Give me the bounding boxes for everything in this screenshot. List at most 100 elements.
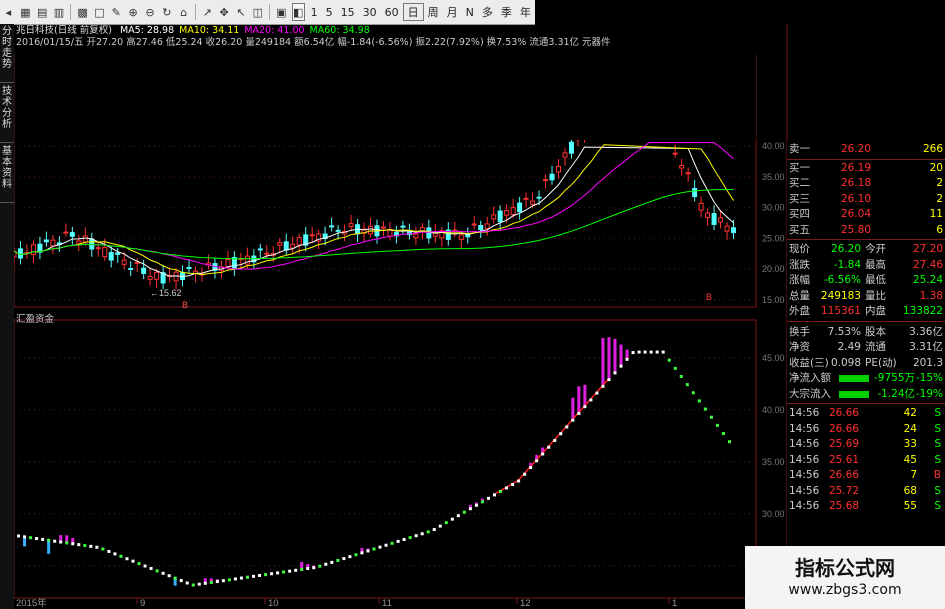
tick-side: B bbox=[933, 469, 941, 481]
indicator-point bbox=[215, 580, 219, 584]
indicator-point bbox=[456, 514, 460, 518]
indicator-point bbox=[468, 507, 472, 511]
period-button-6[interactable]: 周 bbox=[424, 4, 443, 20]
f10-icon[interactable]: ▣ bbox=[275, 3, 288, 21]
layout-icon[interactable]: ▤ bbox=[36, 3, 49, 21]
fundamental-row-2: 收益(三) 0.098 PE(动) 201.3 bbox=[787, 356, 945, 371]
period-button-5[interactable]: 日 bbox=[402, 3, 424, 21]
bid-row-3: 买三 26.10 2 bbox=[787, 192, 945, 207]
candle-body bbox=[718, 217, 724, 223]
period-button-7[interactable]: 月 bbox=[443, 4, 462, 20]
bid-volume: 6 bbox=[936, 223, 943, 236]
indicator-point bbox=[155, 569, 159, 573]
candle-body bbox=[491, 214, 497, 220]
indicator-point bbox=[474, 503, 478, 507]
zoom-out-icon[interactable]: ⊖ bbox=[144, 3, 157, 21]
indicator-point bbox=[667, 358, 671, 362]
indicator-point bbox=[571, 418, 575, 422]
fundamental-label: 换手 bbox=[789, 325, 810, 338]
stat-label: 总量 bbox=[789, 289, 810, 302]
indicator-point bbox=[511, 482, 515, 486]
candle-body bbox=[128, 267, 134, 270]
bid-price: 26.10 bbox=[840, 192, 871, 205]
indicator-point bbox=[23, 535, 27, 539]
indicator-point bbox=[167, 574, 171, 578]
period-button-10[interactable]: 季 bbox=[497, 4, 516, 20]
period-button-9[interactable]: 多 bbox=[478, 4, 497, 20]
panel-divider bbox=[787, 239, 945, 240]
candle-body bbox=[562, 152, 568, 158]
inflow-bar bbox=[577, 386, 581, 413]
refresh-icon[interactable]: ↻ bbox=[160, 3, 173, 21]
period-button-11[interactable]: 年 bbox=[516, 4, 535, 20]
stat-label: 量比 bbox=[865, 289, 886, 302]
period-button-1[interactable]: 5 bbox=[322, 6, 337, 19]
candle-body bbox=[264, 252, 270, 255]
bid-price: 26.19 bbox=[840, 161, 871, 174]
period-button-4[interactable]: 60 bbox=[381, 6, 403, 19]
pen-icon[interactable]: ✎ bbox=[110, 3, 123, 21]
period-button-2[interactable]: 15 bbox=[337, 6, 359, 19]
ma-label-3: MA60: 34.98 bbox=[309, 25, 370, 36]
quote-panel: 卖一 26.20 266 买一 26.19 20 买二 26.18 2 买三 26.10 2 买四 26.… bbox=[787, 140, 945, 609]
tick-price: 25.61 bbox=[828, 453, 859, 466]
candle-body bbox=[186, 266, 192, 270]
home-icon[interactable]: ⌂ bbox=[177, 3, 190, 21]
fundamental-label: 净资 bbox=[789, 341, 810, 353]
price-tick-label: 25.00 bbox=[762, 233, 785, 243]
stat-row-1: 涨跌 -1.84 最高 27.46 bbox=[787, 258, 945, 273]
indicator-point bbox=[390, 541, 394, 545]
indicator-point bbox=[408, 536, 412, 540]
period-button-8[interactable]: N bbox=[462, 6, 478, 19]
tick-side: S bbox=[934, 407, 941, 419]
back-icon[interactable]: ◂ bbox=[2, 3, 15, 21]
side-tab-2[interactable]: 基本资料 bbox=[0, 146, 14, 203]
indicator-point bbox=[330, 560, 334, 564]
watermark: 指标公式网 www.zbgs3.com bbox=[745, 546, 945, 609]
square-icon[interactable]: □ bbox=[93, 3, 106, 21]
cursor-icon[interactable]: ↖ bbox=[235, 3, 248, 21]
ma10-line bbox=[13, 144, 734, 276]
indicator-point bbox=[95, 545, 99, 549]
zoom-in-icon[interactable]: ⊕ bbox=[127, 3, 140, 21]
bid-volume: 2 bbox=[936, 177, 943, 189]
indicator-point bbox=[480, 500, 484, 504]
bid-price: 25.80 bbox=[840, 223, 871, 236]
candle-body bbox=[478, 225, 484, 231]
candle-body bbox=[102, 246, 108, 258]
fundamental-value: 3.31亿 bbox=[909, 341, 943, 353]
bid-label: 买二 bbox=[789, 177, 810, 189]
tick-time: 14:56 bbox=[789, 453, 820, 466]
indicator-point bbox=[607, 378, 611, 382]
indicator-point bbox=[209, 580, 213, 584]
candle-body bbox=[141, 267, 147, 274]
indicator-point bbox=[679, 375, 683, 378]
overlay-icon[interactable]: ◧ bbox=[291, 3, 305, 21]
tick-side: S bbox=[934, 438, 941, 450]
stock-icon[interactable]: ◫ bbox=[251, 3, 264, 21]
side-tab-0[interactable]: 分时走势 bbox=[0, 26, 14, 83]
stat-label: 内盘 bbox=[865, 305, 886, 317]
grid-icon[interactable]: ▦ bbox=[19, 3, 32, 21]
ask-price: 26.20 bbox=[840, 143, 871, 155]
indicator-point bbox=[643, 350, 647, 354]
indicator-point bbox=[294, 568, 298, 572]
trend-icon[interactable]: ↗ bbox=[201, 3, 214, 21]
side-tab-1[interactable]: 技术分析 bbox=[0, 86, 14, 143]
toolbar-separator bbox=[269, 4, 270, 20]
stat-value: 249183 bbox=[820, 289, 861, 302]
period-button-0[interactable]: 1 bbox=[307, 6, 322, 19]
chart-icon[interactable]: ▥ bbox=[53, 3, 66, 21]
indicator-point bbox=[360, 551, 364, 555]
arrows-icon[interactable]: ✥ bbox=[218, 3, 231, 21]
indicator-point bbox=[493, 493, 496, 497]
price-tick-label: 35.00 bbox=[762, 172, 785, 182]
period-button-3[interactable]: 30 bbox=[359, 6, 381, 19]
fundamental-label: 收益(三) bbox=[789, 356, 829, 369]
tick-time: 14:56 bbox=[789, 469, 820, 481]
bar-chart-icon[interactable]: ▩ bbox=[76, 3, 89, 21]
indicator-point bbox=[541, 452, 545, 456]
indicator-point bbox=[197, 582, 201, 586]
indicator-point bbox=[233, 577, 237, 581]
indicator-point bbox=[288, 569, 292, 573]
